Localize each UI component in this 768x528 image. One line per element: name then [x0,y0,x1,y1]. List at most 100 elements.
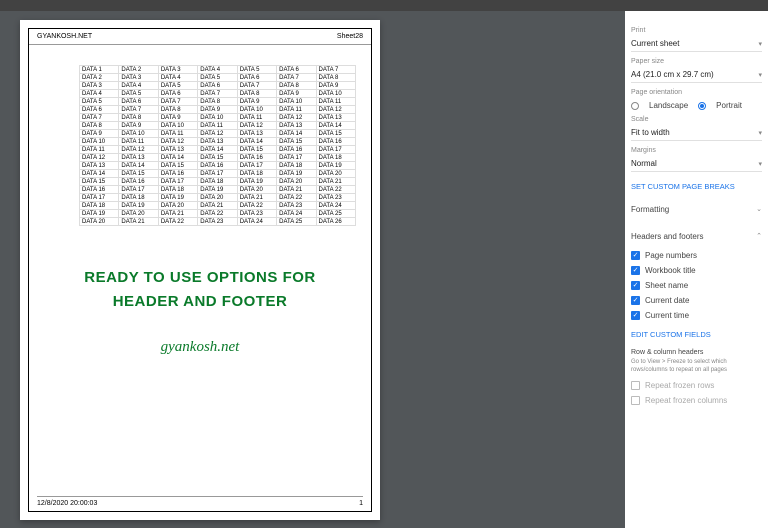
table-cell: DATA 5 [119,90,158,98]
table-cell: DATA 8 [158,106,197,114]
table-cell: DATA 17 [277,154,316,162]
table-cell: DATA 15 [316,130,355,138]
table-cell: DATA 16 [119,178,158,186]
table-cell: DATA 5 [158,82,197,90]
table-row: DATA 19DATA 20DATA 21DATA 22DATA 23DATA … [80,210,356,218]
margins-dropdown[interactable]: Normal▾ [631,156,762,172]
table-row: DATA 1DATA 2DATA 3DATA 4DATA 5DATA 6DATA… [80,66,356,74]
table-cell: DATA 20 [119,210,158,218]
table-cell: DATA 9 [198,106,237,114]
table-cell: DATA 25 [316,210,355,218]
table-row: DATA 18DATA 19DATA 20DATA 21DATA 22DATA … [80,202,356,210]
table-cell: DATA 18 [119,194,158,202]
table-cell: DATA 24 [237,218,276,226]
table-row: DATA 15DATA 16DATA 17DATA 18DATA 19DATA … [80,178,356,186]
table-cell: DATA 19 [158,194,197,202]
table-cell: DATA 21 [119,218,158,226]
checkbox-workbook-title[interactable]: ✓ [631,266,640,275]
table-cell: DATA 12 [316,106,355,114]
table-cell: DATA 9 [277,90,316,98]
scale-label: Scale [631,116,762,123]
table-cell: DATA 12 [198,130,237,138]
formatting-section[interactable]: Formatting⌄ [631,201,762,218]
table-cell: DATA 9 [158,114,197,122]
table-cell: DATA 2 [80,74,119,82]
row-col-help-text: Go to View > Freeze to select which rows… [631,359,762,375]
checkbox-repeat-rows[interactable] [631,381,640,390]
table-cell: DATA 23 [198,218,237,226]
table-row: DATA 13DATA 14DATA 15DATA 16DATA 17DATA … [80,162,356,170]
table-cell: DATA 10 [158,122,197,130]
table-cell: DATA 13 [277,122,316,130]
table-row: DATA 16DATA 17DATA 18DATA 19DATA 20DATA … [80,186,356,194]
table-cell: DATA 10 [277,98,316,106]
table-cell: DATA 17 [158,178,197,186]
table-cell: DATA 15 [80,178,119,186]
table-cell: DATA 8 [80,122,119,130]
table-cell: DATA 12 [158,138,197,146]
table-cell: DATA 11 [158,130,197,138]
table-cell: DATA 7 [158,98,197,106]
page-header: GYANKOSH.NET Sheet28 [29,29,371,45]
table-cell: DATA 11 [316,98,355,106]
table-cell: DATA 14 [119,162,158,170]
table-cell: DATA 19 [80,210,119,218]
table-cell: DATA 21 [237,194,276,202]
table-cell: DATA 22 [158,218,197,226]
table-cell: DATA 12 [237,122,276,130]
table-cell: DATA 6 [277,66,316,74]
checkbox-page-numbers[interactable]: ✓ [631,251,640,260]
table-cell: DATA 14 [80,170,119,178]
table-cell: DATA 11 [277,106,316,114]
table-cell: DATA 16 [198,162,237,170]
table-cell: DATA 5 [237,66,276,74]
table-row: DATA 8DATA 9DATA 10DATA 11DATA 12DATA 13… [80,122,356,130]
table-cell: DATA 12 [80,154,119,162]
radio-landscape[interactable] [631,102,639,110]
table-cell: DATA 4 [158,74,197,82]
edit-custom-fields-link[interactable]: EDIT CUSTOM FIELDS [631,330,762,339]
table-cell: DATA 18 [198,178,237,186]
table-cell: DATA 18 [80,202,119,210]
table-cell: DATA 14 [316,122,355,130]
table-row: DATA 7DATA 8DATA 9DATA 10DATA 11DATA 12D… [80,114,356,122]
checkbox-current-time[interactable]: ✓ [631,311,640,320]
table-row: DATA 11DATA 12DATA 13DATA 14DATA 15DATA … [80,146,356,154]
page-footer: 12/8/2020 20:00:03 1 [37,496,363,507]
table-row: DATA 10DATA 11DATA 12DATA 13DATA 14DATA … [80,138,356,146]
table-cell: DATA 12 [119,146,158,154]
table-cell: DATA 17 [119,186,158,194]
table-cell: DATA 10 [80,138,119,146]
table-row: DATA 6DATA 7DATA 8DATA 9DATA 10DATA 11DA… [80,106,356,114]
checkbox-current-date[interactable]: ✓ [631,296,640,305]
set-page-breaks-link[interactable]: SET CUSTOM PAGE BREAKS [631,182,762,191]
table-cell: DATA 7 [119,106,158,114]
table-cell: DATA 15 [119,170,158,178]
chevron-down-icon: ▾ [758,71,762,79]
table-cell: DATA 8 [119,114,158,122]
table-cell: DATA 17 [316,146,355,154]
scale-dropdown[interactable]: Fit to width▾ [631,125,762,141]
table-cell: DATA 18 [277,162,316,170]
headers-footers-section[interactable]: Headers and footers⌃ [631,228,762,245]
table-cell: DATA 10 [237,106,276,114]
print-dropdown[interactable]: Current sheet▾ [631,36,762,52]
table-cell: DATA 22 [198,210,237,218]
row-col-headers-label: Row & column headers [631,349,762,356]
table-cell: DATA 11 [198,122,237,130]
table-cell: DATA 5 [80,98,119,106]
table-cell: DATA 3 [119,74,158,82]
checkbox-repeat-cols[interactable] [631,396,640,405]
table-cell: DATA 21 [198,202,237,210]
chevron-down-icon: ▾ [758,160,762,168]
checkbox-sheet-name[interactable]: ✓ [631,281,640,290]
papersize-dropdown[interactable]: A4 (21.0 cm x 29.7 cm)▾ [631,67,762,83]
table-cell: DATA 11 [119,138,158,146]
table-cell: DATA 17 [198,170,237,178]
table-cell: DATA 18 [158,186,197,194]
table-cell: DATA 25 [277,218,316,226]
table-cell: DATA 15 [158,162,197,170]
radio-portrait[interactable] [698,102,706,110]
table-cell: DATA 4 [119,82,158,90]
table-cell: DATA 3 [80,82,119,90]
